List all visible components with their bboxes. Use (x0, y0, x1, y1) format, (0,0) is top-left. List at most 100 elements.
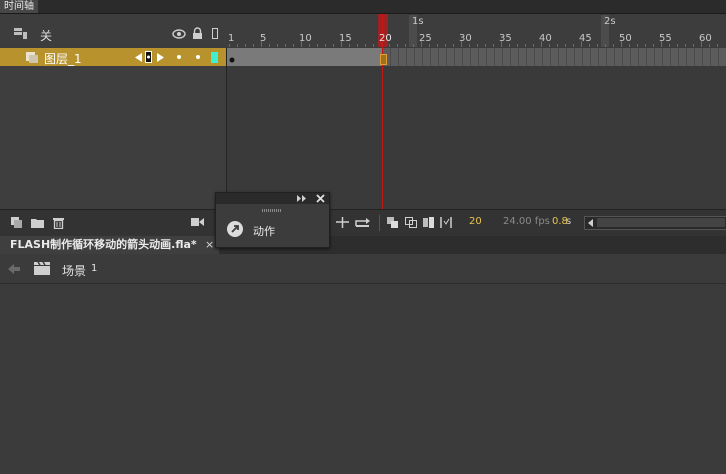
panel-title-bar (0, 0, 726, 14)
close-panel-icon[interactable] (316, 194, 325, 203)
grip-handle[interactable] (262, 209, 282, 212)
new-layer-icon[interactable] (11, 217, 23, 228)
second-label: 2s (604, 16, 616, 27)
layer-lock-dot[interactable] (196, 55, 200, 59)
ruler-tick (589, 44, 590, 47)
ruler-tick (685, 44, 686, 47)
onion-skin-icon[interactable] (387, 217, 399, 228)
ruler-tick (517, 44, 518, 47)
ruler-tick (693, 44, 694, 47)
playhead-frame-label: 20 (379, 33, 392, 44)
ruler-tick (397, 44, 398, 47)
scene-clapper-icon (34, 262, 50, 275)
ruler-tick (709, 44, 710, 47)
ruler-tick (637, 44, 638, 47)
playhead-frame-box (380, 54, 387, 65)
scrollbar-thumb[interactable] (597, 218, 725, 227)
ruler-tick (237, 44, 238, 47)
ruler-tick (485, 44, 486, 47)
ruler-tick (317, 44, 318, 47)
scroll-left-arrow-icon[interactable] (588, 219, 593, 227)
ruler-tick (269, 44, 270, 47)
add-keyframe-icon[interactable] (145, 51, 152, 63)
panel-divider (226, 48, 227, 209)
layer-visible-dot[interactable] (177, 55, 181, 59)
actions-icon[interactable] (226, 220, 244, 238)
ruler-tick (477, 44, 478, 47)
frame-span[interactable] (226, 48, 383, 66)
edit-multiple-frames-icon[interactable] (423, 217, 435, 228)
delete-trash-icon[interactable] (53, 217, 65, 229)
frame-label: 1 (228, 33, 235, 44)
modify-markers-icon[interactable] (440, 217, 452, 228)
horizontal-scrollbar[interactable] (584, 216, 726, 230)
ruler-tick (229, 44, 230, 47)
second-label: 1s (412, 16, 424, 27)
ruler-tick (565, 44, 566, 47)
ruler-tick (437, 44, 438, 47)
expand-panel-icon[interactable] (297, 195, 306, 202)
frame-label: 60 (699, 33, 712, 44)
ruler-tick (365, 44, 366, 47)
frame-label: 25 (419, 33, 432, 44)
ruler-tick (325, 44, 326, 47)
ruler-tick (677, 44, 678, 47)
actions-float-panel: 动作 (215, 192, 330, 248)
frame-label: 5 (260, 33, 267, 44)
actions-label[interactable]: 动作 (253, 223, 275, 239)
center-frame-icon[interactable] (336, 217, 349, 228)
ruler-tick (613, 44, 614, 47)
breadcrumb: 场景 1 (0, 255, 726, 284)
toolbar-divider (379, 215, 380, 231)
frame-label: 45 (579, 33, 592, 44)
fps-value[interactable]: 24.00 fps (503, 216, 550, 227)
layers-area[interactable] (0, 66, 226, 209)
onion-outline-icon[interactable] (405, 217, 417, 228)
ruler-tick (605, 44, 606, 47)
ruler-tick (349, 44, 350, 47)
keyframe-marker[interactable] (229, 57, 235, 63)
current-frame-value[interactable]: 20 (469, 216, 482, 227)
ruler-tick (357, 44, 358, 47)
ruler-tick (405, 44, 406, 47)
ruler-tick (373, 44, 374, 47)
layer-toggle-label[interactable]: 关 (40, 27, 52, 44)
scene-label[interactable]: 场景 (62, 262, 86, 279)
back-arrow-icon[interactable] (8, 264, 20, 274)
document-tab[interactable]: FLASH制作循环移动的箭头动画.fla* (0, 236, 219, 254)
loop-icon[interactable] (355, 217, 370, 228)
ruler-tick (389, 44, 390, 47)
ruler-tick (549, 44, 550, 47)
frame-ruler[interactable]: 1s 2s 1 5 10 15 25 30 35 40 45 50 55 60 (226, 14, 726, 47)
ruler-tick (533, 44, 534, 47)
ruler-tick (469, 44, 470, 47)
ruler-tick (245, 44, 246, 47)
ruler-tick (653, 44, 654, 47)
layer-name[interactable]: 图层_1 (44, 50, 82, 67)
panel-header[interactable] (216, 193, 329, 204)
visibility-eye-icon[interactable] (172, 29, 186, 39)
layer-outline-color-icon[interactable] (211, 52, 218, 63)
timeline-panel-tab[interactable]: 时间轴 (0, 0, 38, 13)
layer-folder-icon[interactable] (14, 28, 28, 39)
frame-label: 55 (659, 33, 672, 44)
stage-area[interactable] (0, 284, 726, 474)
scene-number[interactable]: 1 (91, 263, 97, 274)
camera-icon[interactable] (191, 217, 204, 228)
outline-toggle-icon[interactable] (212, 28, 218, 39)
timeline-toolbar: 20 24.00 fps 0.8 s (0, 209, 726, 237)
layer-row[interactable]: 图层_1 (0, 48, 226, 66)
ruler-tick (645, 44, 646, 47)
ruler-tick (509, 44, 510, 47)
ruler-tick (253, 44, 254, 47)
new-folder-icon[interactable] (31, 217, 44, 228)
elapsed-time-unit: s (566, 216, 572, 227)
lock-icon[interactable] (192, 27, 203, 40)
ruler-tick (277, 44, 278, 47)
frame-label: 35 (499, 33, 512, 44)
next-keyframe-icon[interactable] (157, 53, 164, 62)
ruler-tick (597, 44, 598, 47)
frame-label: 50 (619, 33, 632, 44)
prev-keyframe-icon[interactable] (135, 53, 142, 62)
ruler-tick (285, 44, 286, 47)
